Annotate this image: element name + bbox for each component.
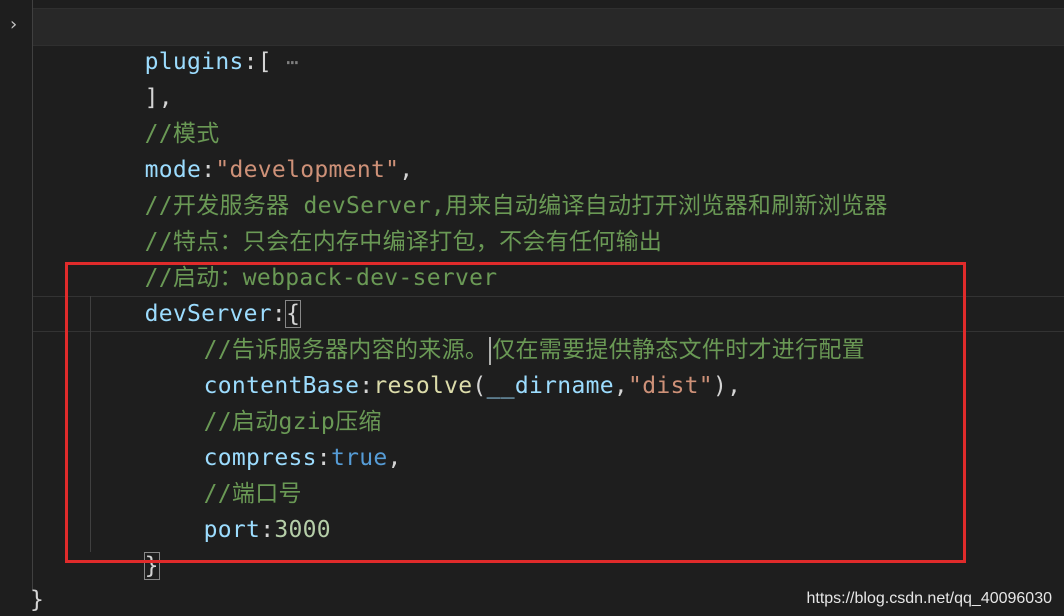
indent-guide (32, 0, 33, 590)
code-line-comment-source[interactable]: //告诉服务器内容的来源。 仅在需要提供静态文件时才进行配置 (147, 296, 865, 365)
compress-comma: , (387, 445, 402, 471)
port-value: 3000 (274, 517, 331, 543)
code-line-devserver[interactable]: devServer:{ (88, 260, 302, 328)
resolve-function: resolve (373, 373, 473, 399)
port-key: port (203, 517, 261, 543)
code-line-mode[interactable]: mode:"development", (88, 116, 414, 183)
editor-gutter: › (0, 0, 32, 616)
plugins-open: :[ (243, 49, 272, 75)
code-line-contentbase[interactable]: contentBase:resolve(__dirname,"dist"), (147, 332, 741, 399)
port-colon: : (260, 517, 275, 543)
code-line-comment-feature[interactable]: //特点：只会在内存中编译打包，不会有任何输出 (88, 188, 662, 255)
code-line-comment-devserver[interactable]: //开发服务器 devServer,用来自动编译自动打开浏览器和刷新浏览器 (88, 152, 888, 219)
resolve-open-paren: ( (472, 373, 487, 399)
code-line-comment-gzip[interactable]: //启动gzip压缩 (147, 368, 382, 435)
resolve-close-paren: ), (712, 373, 742, 399)
code-line-comment-port[interactable]: //端口号 (147, 440, 302, 507)
code-line-compress[interactable]: compress:true, (147, 404, 402, 471)
code-line-comment-start[interactable]: //启动：webpack-dev-server (88, 224, 498, 291)
code-line-plugins-close[interactable]: ], (88, 44, 173, 111)
code-line-plugins[interactable]: plugins:[ ⋯ (88, 8, 299, 75)
watermark: https://blog.csdn.net/qq_40096030 (806, 590, 1052, 607)
resolve-comma: , (613, 373, 629, 399)
folded-ellipsis-icon[interactable]: ⋯ (286, 50, 298, 74)
dirname-variable: __dirname (486, 373, 614, 399)
compress-value: true (330, 445, 388, 471)
dist-string: "dist" (628, 373, 713, 399)
code-editor[interactable]: › plugins:[ ⋯ ], //模式 mode:"development"… (0, 0, 1064, 616)
code-line-comment-mode[interactable]: //模式 (88, 80, 220, 147)
compress-colon: : (316, 445, 331, 471)
outer-close-brace[interactable]: } (30, 582, 44, 616)
code-line-port[interactable]: port:3000 (147, 476, 331, 543)
code-line-devserver-close[interactable]: } (88, 512, 160, 580)
devserver-close-brace: } (143, 552, 160, 580)
fold-chevron-icon[interactable]: › (10, 14, 17, 36)
